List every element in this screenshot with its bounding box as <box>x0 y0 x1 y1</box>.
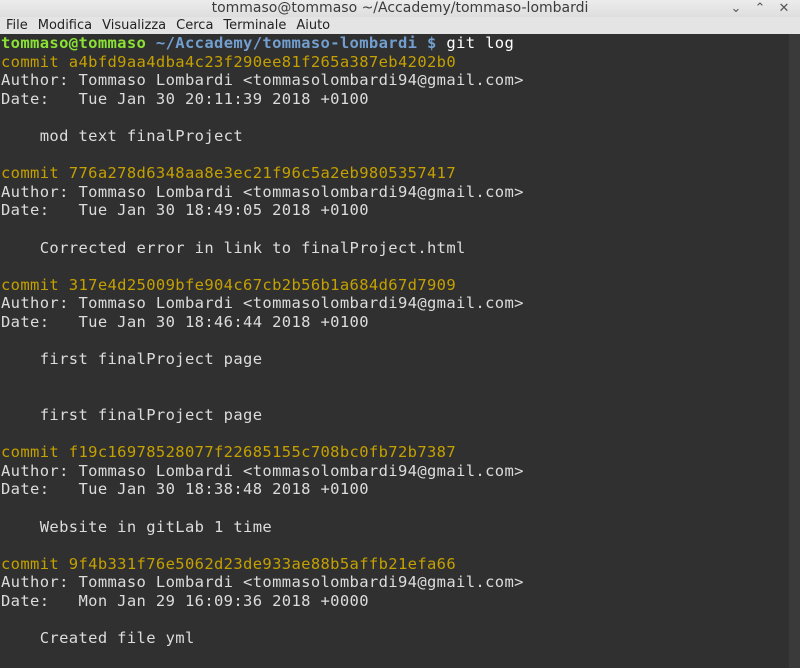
commit-hash-line: commit a4bfd9aa4dba4c23f290ee81f265a387e… <box>1 52 457 71</box>
menu-terminale[interactable]: Terminale <box>218 17 291 34</box>
window-title: tommaso@tommaso ~/Accademy/tommaso-lomba… <box>211 0 589 16</box>
log-line: Date: Tue Jan 30 18:49:05 2018 +0100 <box>1 201 369 220</box>
menu-modifica[interactable]: Modifica <box>33 17 97 34</box>
log-line: first finalProject page <box>1 406 263 424</box>
log-line: Website in gitLab 1 time <box>1 517 273 536</box>
menu-file[interactable]: File <box>0 17 33 34</box>
commit-hash-line: commit 317e4d25009bfe904c67cb2b56b1a684d… <box>1 275 457 294</box>
commit-hash-line: commit 9f4b331f76e5062d23de933ae88b5affb… <box>1 554 457 573</box>
prompt-command: git log <box>436 34 515 52</box>
commit-hash-line: commit f19c16978528077f22685155c708bc0fb… <box>1 443 457 462</box>
terminal-scrollbar[interactable] <box>789 34 800 668</box>
log-line: Corrected error in link to finalProject.… <box>1 238 466 257</box>
prompt-path: ~/Accademy/tommaso-lombardi $ <box>146 34 437 52</box>
terminal-output[interactable]: tommaso@tommaso ~/Accademy/tommaso-lomba… <box>0 34 789 668</box>
prompt-line: tommaso@tommaso ~/Accademy/tommaso-lomba… <box>1 34 514 53</box>
close-icon[interactable]: ✕ <box>772 0 796 17</box>
title-bar[interactable]: tommaso@tommaso ~/Accademy/tommaso-lomba… <box>0 0 800 17</box>
minimize-icon[interactable]: ⌄ <box>724 0 748 17</box>
menu-cerca[interactable]: Cerca <box>171 17 218 34</box>
log-line: Author: Tommaso Lombardi <tommasolombard… <box>1 71 524 90</box>
prompt-user-host: tommaso@tommaso <box>1 34 147 52</box>
terminal-window: tommaso@tommaso ~/Accademy/tommaso-lomba… <box>0 0 800 668</box>
log-line: Author: Tommaso Lombardi <tommasolombard… <box>1 573 524 592</box>
log-line: Date: Mon Jan 29 16:09:36 2018 +0000 <box>1 592 369 610</box>
log-line: Author: Tommaso Lombardi <tommasolombard… <box>1 182 524 201</box>
log-line: Date: Tue Jan 30 20:11:39 2018 +0100 <box>1 89 369 108</box>
menu-aiuto[interactable]: Aiuto <box>291 17 335 34</box>
window-controls: ⌄ ⌃ ✕ <box>724 0 796 17</box>
log-line: first finalProject page <box>1 350 263 369</box>
log-line: Date: Tue Jan 30 18:38:48 2018 +0100 <box>1 480 369 499</box>
log-line: Author: Tommaso Lombardi <tommasolombard… <box>1 461 524 480</box>
log-line: Date: Tue Jan 30 18:46:44 2018 +0100 <box>1 313 369 331</box>
log-line: Author: Tommaso Lombardi <tommasolombard… <box>1 294 524 313</box>
menu-visualizza[interactable]: Visualizza <box>97 17 171 34</box>
commit-hash-line: commit 776a278d6348aa8e3ec21f96c5a2eb980… <box>1 164 457 183</box>
maximize-icon[interactable]: ⌃ <box>748 0 772 17</box>
log-line: mod text finalProject <box>1 127 244 145</box>
log-line: Created file yml <box>1 629 195 648</box>
menu-bar: File Modifica Visualizza Cerca Terminale… <box>0 17 800 34</box>
